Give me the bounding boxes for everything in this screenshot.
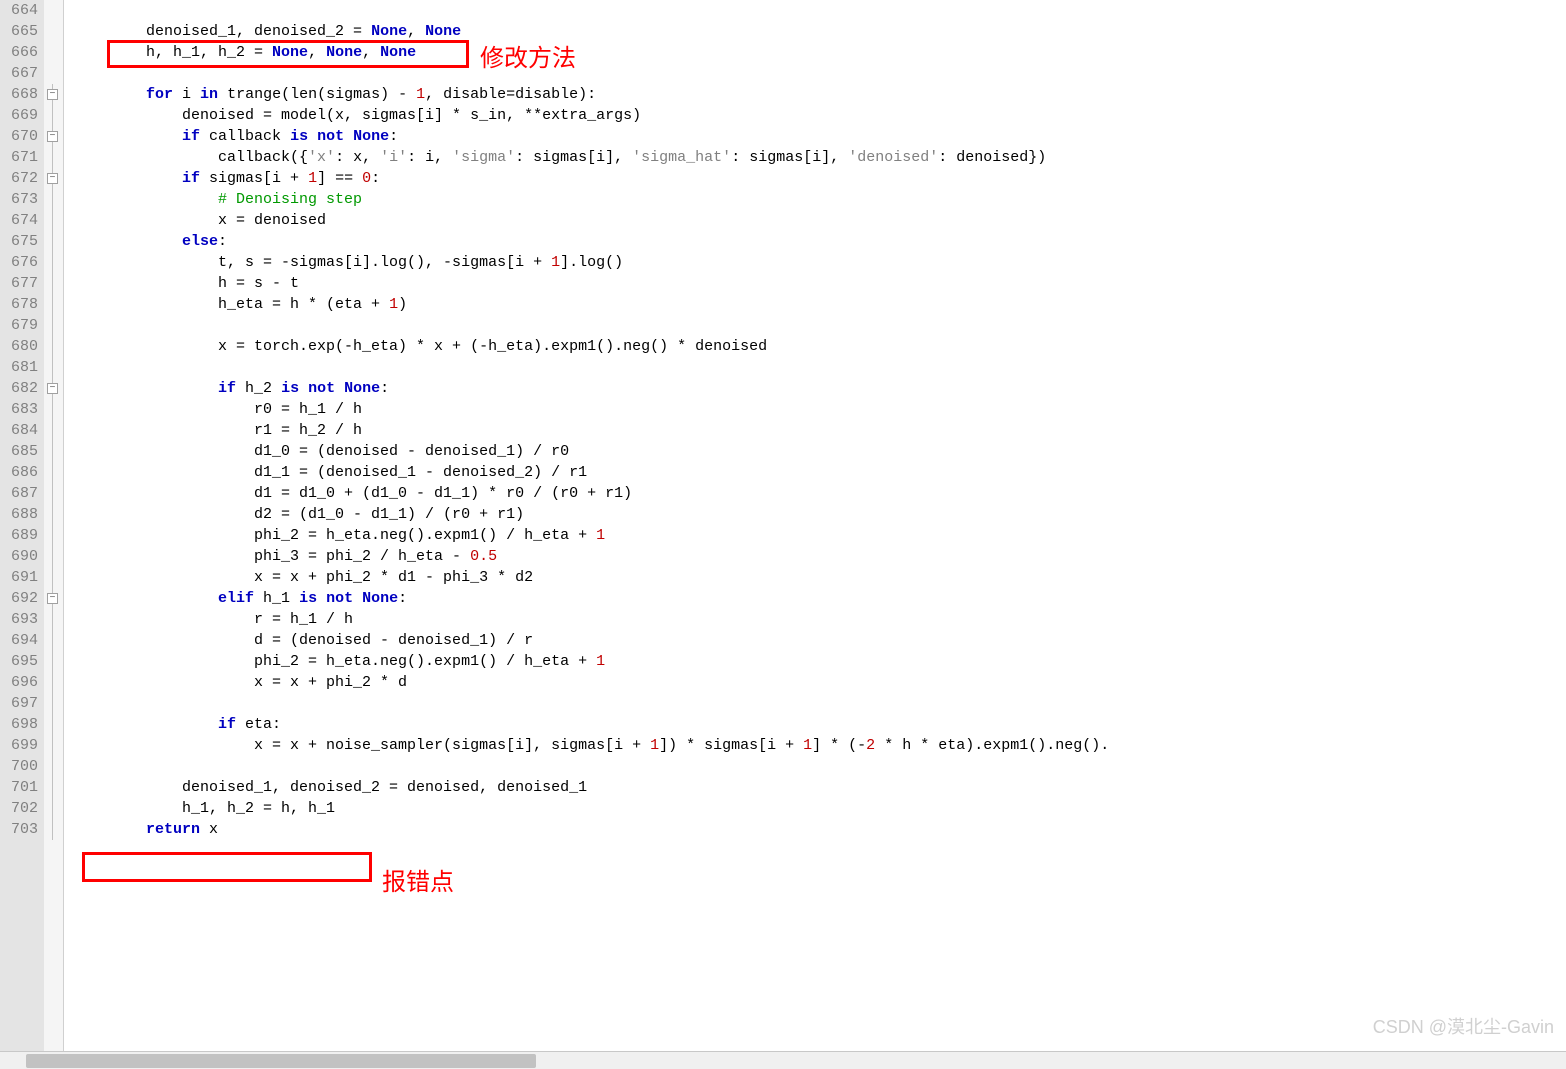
code-line[interactable]: x = denoised <box>74 210 1566 231</box>
code-line[interactable]: denoised_1, denoised_2 = None, None <box>74 21 1566 42</box>
code-line[interactable]: x = x + phi_2 * d <box>74 672 1566 693</box>
line-number: 678 <box>4 294 38 315</box>
line-number: 691 <box>4 567 38 588</box>
code-line[interactable]: r0 = h_1 / h <box>74 399 1566 420</box>
line-number: 698 <box>4 714 38 735</box>
code-line[interactable]: h_eta = h * (eta + 1) <box>74 294 1566 315</box>
code-line[interactable] <box>74 357 1566 378</box>
code-line[interactable]: if sigmas[i + 1] == 0: <box>74 168 1566 189</box>
line-number: 688 <box>4 504 38 525</box>
line-number: 701 <box>4 777 38 798</box>
line-number: 672 <box>4 168 38 189</box>
line-number: 695 <box>4 651 38 672</box>
line-number: 667 <box>4 63 38 84</box>
fold-marker[interactable]: − <box>47 383 58 394</box>
code-line[interactable]: elif h_1 is not None: <box>74 588 1566 609</box>
code-line[interactable]: return x <box>74 819 1566 840</box>
code-line[interactable]: r1 = h_2 / h <box>74 420 1566 441</box>
code-line[interactable]: x = x + phi_2 * d1 - phi_3 * d2 <box>74 567 1566 588</box>
code-line[interactable]: h = s - t <box>74 273 1566 294</box>
line-number: 703 <box>4 819 38 840</box>
code-line[interactable] <box>74 756 1566 777</box>
line-number: 681 <box>4 357 38 378</box>
line-number: 696 <box>4 672 38 693</box>
code-editor[interactable]: 6646656666676686696706716726736746756766… <box>0 0 1566 1069</box>
code-area[interactable]: denoised_1, denoised_2 = None, None h, h… <box>64 0 1566 1069</box>
line-number: 669 <box>4 105 38 126</box>
scrollbar-thumb[interactable] <box>26 1054 536 1068</box>
line-number: 700 <box>4 756 38 777</box>
line-number: 686 <box>4 462 38 483</box>
line-number: 692 <box>4 588 38 609</box>
line-number: 702 <box>4 798 38 819</box>
code-line[interactable]: d = (denoised - denoised_1) / r <box>74 630 1566 651</box>
code-line[interactable]: d2 = (d1_0 - d1_1) / (r0 + r1) <box>74 504 1566 525</box>
code-line[interactable]: else: <box>74 231 1566 252</box>
code-line[interactable] <box>74 63 1566 84</box>
line-number: 690 <box>4 546 38 567</box>
horizontal-scrollbar[interactable] <box>0 1051 1566 1069</box>
line-number: 683 <box>4 399 38 420</box>
line-number: 668 <box>4 84 38 105</box>
line-number: 673 <box>4 189 38 210</box>
code-line[interactable] <box>74 0 1566 21</box>
line-number: 682 <box>4 378 38 399</box>
fold-marker[interactable]: − <box>47 131 58 142</box>
line-number: 670 <box>4 126 38 147</box>
code-line[interactable]: if eta: <box>74 714 1566 735</box>
line-number: 675 <box>4 231 38 252</box>
code-line[interactable]: d1 = d1_0 + (d1_0 - d1_1) * r0 / (r0 + r… <box>74 483 1566 504</box>
line-number: 687 <box>4 483 38 504</box>
line-number: 665 <box>4 21 38 42</box>
code-line[interactable]: x = torch.exp(-h_eta) * x + (-h_eta).exp… <box>74 336 1566 357</box>
fold-marker[interactable]: − <box>47 173 58 184</box>
code-line[interactable]: for i in trange(len(sigmas) - 1, disable… <box>74 84 1566 105</box>
line-number: 664 <box>4 0 38 21</box>
line-number: 679 <box>4 315 38 336</box>
line-number: 694 <box>4 630 38 651</box>
line-number: 697 <box>4 693 38 714</box>
line-number: 676 <box>4 252 38 273</box>
code-line[interactable]: phi_2 = h_eta.neg().expm1() / h_eta + 1 <box>74 651 1566 672</box>
code-line[interactable]: r = h_1 / h <box>74 609 1566 630</box>
fold-column[interactable]: − − − − − <box>44 0 64 1069</box>
line-number: 677 <box>4 273 38 294</box>
fold-marker[interactable]: − <box>47 593 58 604</box>
code-line[interactable]: if h_2 is not None: <box>74 378 1566 399</box>
line-number: 666 <box>4 42 38 63</box>
code-line[interactable] <box>74 693 1566 714</box>
code-line[interactable]: if callback is not None: <box>74 126 1566 147</box>
code-line[interactable]: denoised = model(x, sigmas[i] * s_in, **… <box>74 105 1566 126</box>
code-line[interactable]: d1_0 = (denoised - denoised_1) / r0 <box>74 441 1566 462</box>
line-number: 693 <box>4 609 38 630</box>
code-line[interactable]: h_1, h_2 = h, h_1 <box>74 798 1566 819</box>
code-line[interactable] <box>74 315 1566 336</box>
code-line[interactable]: phi_2 = h_eta.neg().expm1() / h_eta + 1 <box>74 525 1566 546</box>
line-number: 680 <box>4 336 38 357</box>
line-number: 674 <box>4 210 38 231</box>
line-number: 671 <box>4 147 38 168</box>
line-number: 684 <box>4 420 38 441</box>
code-line[interactable]: x = x + noise_sampler(sigmas[i], sigmas[… <box>74 735 1566 756</box>
code-line[interactable]: denoised_1, denoised_2 = denoised, denoi… <box>74 777 1566 798</box>
code-line[interactable]: h, h_1, h_2 = None, None, None <box>74 42 1566 63</box>
code-line[interactable]: d1_1 = (denoised_1 - denoised_2) / r1 <box>74 462 1566 483</box>
line-number: 699 <box>4 735 38 756</box>
code-line[interactable]: callback({'x': x, 'i': i, 'sigma': sigma… <box>74 147 1566 168</box>
line-number: 689 <box>4 525 38 546</box>
fold-marker[interactable]: − <box>47 89 58 100</box>
code-line[interactable]: phi_3 = phi_2 / h_eta - 0.5 <box>74 546 1566 567</box>
code-line[interactable]: t, s = -sigmas[i].log(), -sigmas[i + 1].… <box>74 252 1566 273</box>
code-line[interactable]: # Denoising step <box>74 189 1566 210</box>
line-number: 685 <box>4 441 38 462</box>
line-number-gutter: 6646656666676686696706716726736746756766… <box>0 0 44 1069</box>
